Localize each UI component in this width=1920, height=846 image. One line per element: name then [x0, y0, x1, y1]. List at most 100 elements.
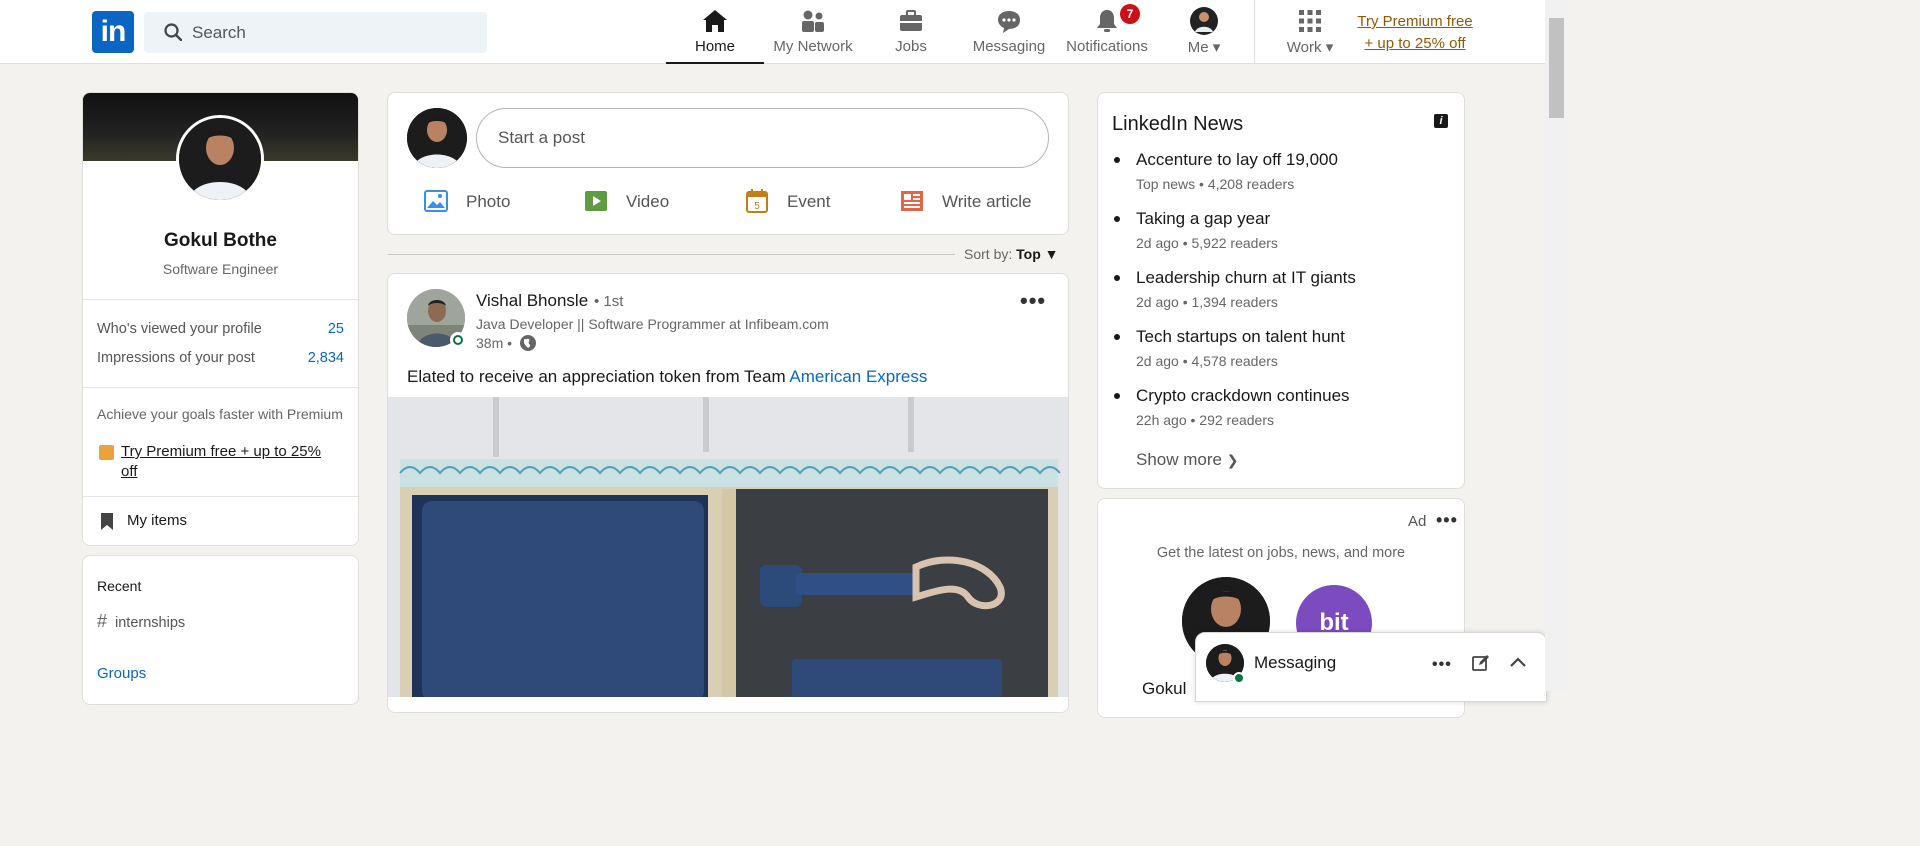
post-mention-link[interactable]: American Express: [789, 367, 927, 386]
avatar-image: [407, 108, 467, 168]
recent-hashtag-item[interactable]: # internships: [97, 611, 185, 632]
premium-promo-link[interactable]: Try Premium free + up to 25% off: [121, 442, 341, 482]
recent-card: Recent # internships Groups: [82, 555, 359, 705]
premium-icon: [99, 445, 114, 460]
profile-card: Gokul Bothe Software Engineer Who's view…: [82, 92, 359, 546]
top-nav: in Home My Network Jobs Messaging 7 Noti…: [0, 0, 1545, 64]
news-meta: 22h ago • 292 readers: [1136, 412, 1275, 428]
chevron-down-icon: ▾: [1212, 39, 1221, 56]
nav-me[interactable]: Me ▾: [1174, 0, 1234, 64]
nav-work[interactable]: Work ▾: [1274, 0, 1346, 64]
profile-headline: Software Engineer: [162, 261, 279, 277]
premium-promo-text: Achieve your goals faster with Premium: [97, 406, 343, 422]
bullet: [1114, 157, 1120, 163]
grid-icon: [1299, 10, 1321, 32]
nav-label: Notifications: [1066, 38, 1148, 55]
scrollbar[interactable]: [1545, 0, 1568, 691]
calendar-day: 5: [754, 201, 760, 212]
action-label: Photo: [466, 192, 511, 211]
post-image[interactable]: [388, 397, 1068, 697]
nav-my-network[interactable]: My Network: [766, 0, 860, 64]
nav-home[interactable]: Home: [666, 0, 764, 64]
online-status-indicator: [450, 332, 466, 348]
profile-name[interactable]: Gokul Bothe: [83, 230, 358, 252]
post-impressions-stat[interactable]: Impressions of your post 2,834: [97, 350, 344, 366]
nav-jobs[interactable]: Jobs: [870, 0, 952, 64]
show-more-button[interactable]: Show more ❯: [1136, 450, 1238, 470]
globe-icon: [520, 335, 536, 351]
bullet: [1114, 275, 1120, 281]
caret-down-icon: ▼: [1044, 246, 1059, 262]
chevron-up-icon[interactable]: [1509, 656, 1527, 668]
news-headline: Crypto crackdown continues: [1136, 386, 1350, 405]
divider: [83, 496, 358, 497]
compose-icon[interactable]: [1472, 654, 1490, 672]
article-icon: [901, 191, 923, 211]
bookmark-icon: [101, 513, 113, 530]
bullet: [1114, 393, 1120, 399]
bell-icon: [1097, 10, 1117, 32]
action-label: Write article: [942, 192, 1032, 211]
network-icon: [802, 10, 824, 32]
nav-messaging[interactable]: Messaging: [968, 0, 1050, 64]
nav-notifications[interactable]: 7 Notifications: [1062, 0, 1152, 64]
search-input[interactable]: [192, 12, 472, 53]
photo-icon: [424, 190, 448, 212]
post-more-options-icon[interactable]: •••: [1020, 290, 1046, 312]
profile-photo[interactable]: [176, 115, 264, 203]
premium-line-1: Try Premium free: [1357, 13, 1473, 30]
groups-link[interactable]: Groups: [97, 665, 146, 682]
post-text: Elated to receive an appreciation token …: [407, 367, 927, 387]
recent-heading: Recent: [97, 578, 142, 594]
try-premium-link[interactable]: Try Premium free + up to 25% off: [1352, 11, 1478, 55]
ad-label: Ad: [1408, 513, 1427, 530]
ad-more-options-icon[interactable]: •••: [1436, 511, 1458, 529]
avatar-icon: [1190, 7, 1218, 35]
sort-divider: [388, 254, 955, 255]
search-bar[interactable]: [144, 12, 487, 53]
share-box: Start a post Photo Video 5 Event Write a…: [387, 92, 1069, 235]
messaging-label: Messaging: [1254, 653, 1337, 672]
nav-label: Messaging: [972, 38, 1046, 55]
my-items-link[interactable]: My items: [127, 512, 187, 529]
nav-label: My Network: [773, 38, 853, 55]
gift-box-image: [388, 397, 1068, 697]
post-body: Elated to receive an appreciation token …: [407, 367, 790, 386]
start-post-input[interactable]: Start a post: [476, 108, 1049, 168]
info-icon[interactable]: i: [1434, 114, 1448, 128]
action-label: Video: [626, 192, 670, 211]
show-more-label: Show more: [1136, 450, 1222, 469]
profile-views-stat[interactable]: Who's viewed your profile 25: [97, 321, 344, 337]
profile-photo-image: [179, 118, 261, 200]
linkedin-logo-icon[interactable]: in: [92, 11, 134, 53]
news-meta: Top news • 4,208 readers: [1136, 176, 1295, 192]
news-meta: 2d ago • 5,922 readers: [1136, 235, 1278, 251]
feed-post: Vishal Bhonsle • 1st Java Developer || S…: [387, 273, 1069, 713]
stat-label: Who's viewed your profile: [97, 321, 262, 337]
nav-label: Me ▾: [1187, 39, 1221, 56]
messaging-overlay[interactable]: Messaging •••: [1195, 632, 1547, 702]
news-headline: Taking a gap year: [1136, 209, 1271, 228]
online-status-indicator: [1233, 672, 1245, 684]
chevron-down-icon: ❯: [1226, 452, 1239, 468]
chat-icon: [998, 11, 1020, 33]
stat-value: 25: [327, 321, 344, 337]
sort-dropdown[interactable]: Sort by: Top ▼: [964, 246, 1059, 262]
author-name[interactable]: Vishal Bhonsle: [476, 291, 588, 311]
calendar-icon: 5: [746, 189, 768, 213]
ad-user-name: Gokul: [1142, 679, 1187, 698]
scrollbar-thumb[interactable]: [1549, 18, 1564, 118]
nav-label: Jobs: [895, 38, 927, 55]
connection-degree: • 1st: [594, 293, 624, 310]
recent-item-label: internships: [115, 615, 186, 631]
nav-label: Work ▾: [1286, 39, 1334, 56]
news-headline: Tech startups on talent hunt: [1136, 327, 1345, 346]
sort-value: Top: [1016, 246, 1041, 262]
briefcase-icon: [900, 10, 922, 31]
messaging-options-icon[interactable]: •••: [1432, 657, 1452, 673]
share-avatar[interactable]: [407, 108, 467, 168]
nav-label: Home: [694, 38, 735, 55]
search-icon: [164, 23, 182, 41]
chevron-down-icon: ▾: [1325, 39, 1334, 56]
sort-prefix: Sort by:: [964, 246, 1013, 262]
